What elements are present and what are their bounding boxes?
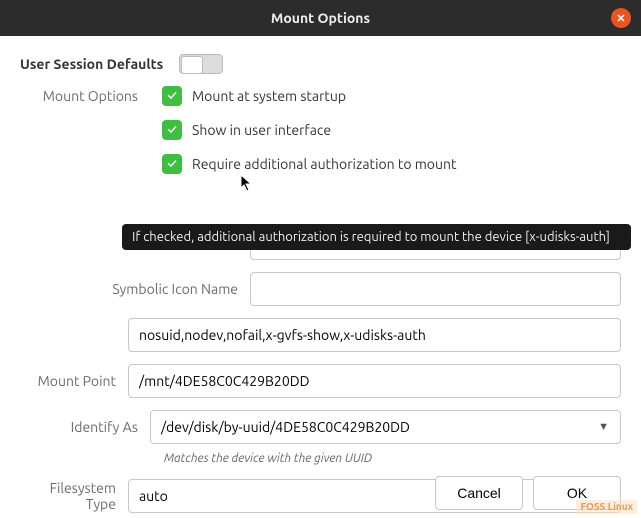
mount-point-label: Mount Point [20, 373, 128, 389]
filesystem-type-label: Filesystem Type [20, 480, 128, 512]
dialog-content: User Session Defaults Mount Options ✓ Mo… [0, 36, 641, 518]
titlebar: Mount Options ✕ [0, 0, 641, 36]
user-session-defaults-label: User Session Defaults [20, 56, 179, 72]
close-icon: ✕ [616, 12, 625, 25]
check-mount-startup[interactable]: ✓ Mount at system startup [162, 86, 621, 106]
check-icon: ✓ [162, 154, 182, 174]
dialog-title: Mount Options [271, 10, 370, 26]
identify-as-select[interactable] [150, 410, 621, 444]
identify-as-label: Identify As [20, 419, 150, 435]
mount-point-input[interactable] [128, 364, 621, 398]
mount-options-label: Mount Options [20, 88, 150, 104]
symbolic-icon-input[interactable] [250, 272, 621, 306]
watermark: FOSS Linux [576, 500, 637, 514]
tooltip: If checked, additional authorization is … [122, 224, 631, 250]
check-icon: ✓ [162, 120, 182, 140]
user-session-defaults-switch[interactable] [179, 54, 223, 74]
identify-helper: Matches the device with the given UUID [164, 452, 621, 465]
check-require-auth[interactable]: ✓ Require additional authorization to mo… [162, 154, 621, 174]
check-label: Show in user interface [192, 122, 331, 138]
check-label: Mount at system startup [192, 88, 346, 104]
check-icon: ✓ [162, 86, 182, 106]
cancel-button[interactable]: Cancel [435, 476, 523, 510]
check-label: Require additional authorization to moun… [192, 156, 457, 172]
cursor-icon [240, 174, 254, 195]
symbolic-icon-label: Symbolic Icon Name [20, 281, 250, 297]
extra-options-input[interactable] [128, 318, 621, 352]
check-show-ui[interactable]: ✓ Show in user interface [162, 120, 621, 140]
close-button[interactable]: ✕ [611, 8, 631, 28]
